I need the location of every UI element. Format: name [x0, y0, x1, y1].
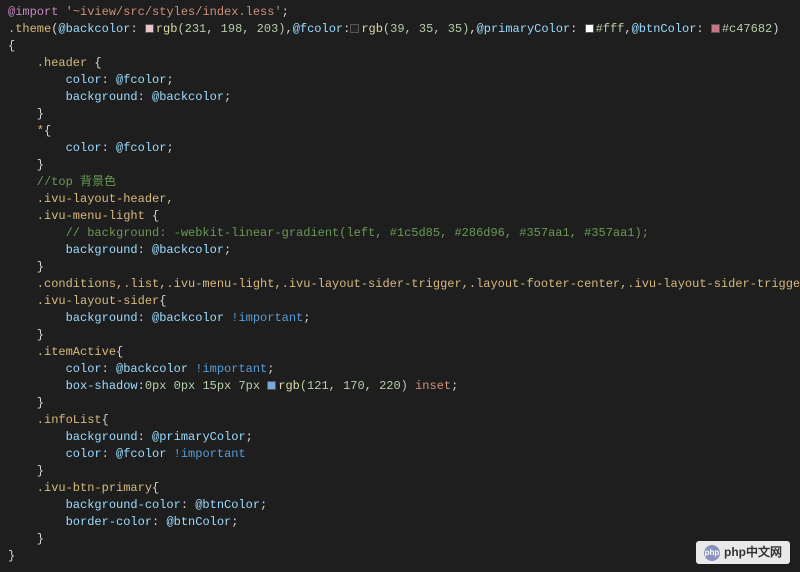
code-line: background-color: @btnColor;: [0, 497, 800, 514]
code-line: }: [0, 259, 800, 276]
code-line: }: [0, 548, 800, 565]
code-line: .header {: [0, 55, 800, 72]
code-line: color: @fcolor !important: [0, 446, 800, 463]
watermark: php php中文网: [696, 541, 790, 564]
code-line: .infoList{: [0, 412, 800, 429]
code-line: .conditions,.list,.ivu-menu-light,.ivu-l…: [0, 276, 800, 293]
code-line: .itemActive{: [0, 344, 800, 361]
code-line: // background: -webkit-linear-gradient(l…: [0, 225, 800, 242]
code-line: background: @primaryColor;: [0, 429, 800, 446]
code-line: background: @backcolor;: [0, 89, 800, 106]
code-line: }: [0, 395, 800, 412]
code-line: color: @fcolor;: [0, 140, 800, 157]
color-swatch-icon: [350, 24, 359, 33]
code-line: box-shadow:0px 0px 15px 7px rgb(121, 170…: [0, 378, 800, 395]
code-line: background: @backcolor !important;: [0, 310, 800, 327]
php-logo-icon: php: [704, 545, 720, 561]
code-line: color: @backcolor !important;: [0, 361, 800, 378]
code-line: }: [0, 327, 800, 344]
color-swatch-icon: [267, 381, 276, 390]
code-line: .ivu-btn-primary{: [0, 480, 800, 497]
code-line: }: [0, 157, 800, 174]
code-line: }: [0, 463, 800, 480]
code-line: {: [0, 38, 800, 55]
code-line: background: @backcolor;: [0, 242, 800, 259]
code-line: color: @fcolor;: [0, 72, 800, 89]
code-line: .theme(@backcolor: rgb(231, 198, 203),@f…: [0, 21, 800, 38]
watermark-text: php中文网: [724, 544, 782, 561]
code-line: *{: [0, 123, 800, 140]
color-swatch-icon: [145, 24, 154, 33]
code-line: .ivu-layout-sider{: [0, 293, 800, 310]
color-swatch-icon: [585, 24, 594, 33]
color-swatch-icon: [711, 24, 720, 33]
code-line: }: [0, 531, 800, 548]
code-line: border-color: @btnColor;: [0, 514, 800, 531]
code-line: .ivu-layout-header,: [0, 191, 800, 208]
code-editor[interactable]: @import '~iview/src/styles/index.less'; …: [0, 4, 800, 565]
code-line: .ivu-menu-light {: [0, 208, 800, 225]
code-line: //top 背景色: [0, 174, 800, 191]
code-line: }: [0, 106, 800, 123]
code-line: @import '~iview/src/styles/index.less';: [0, 4, 800, 21]
